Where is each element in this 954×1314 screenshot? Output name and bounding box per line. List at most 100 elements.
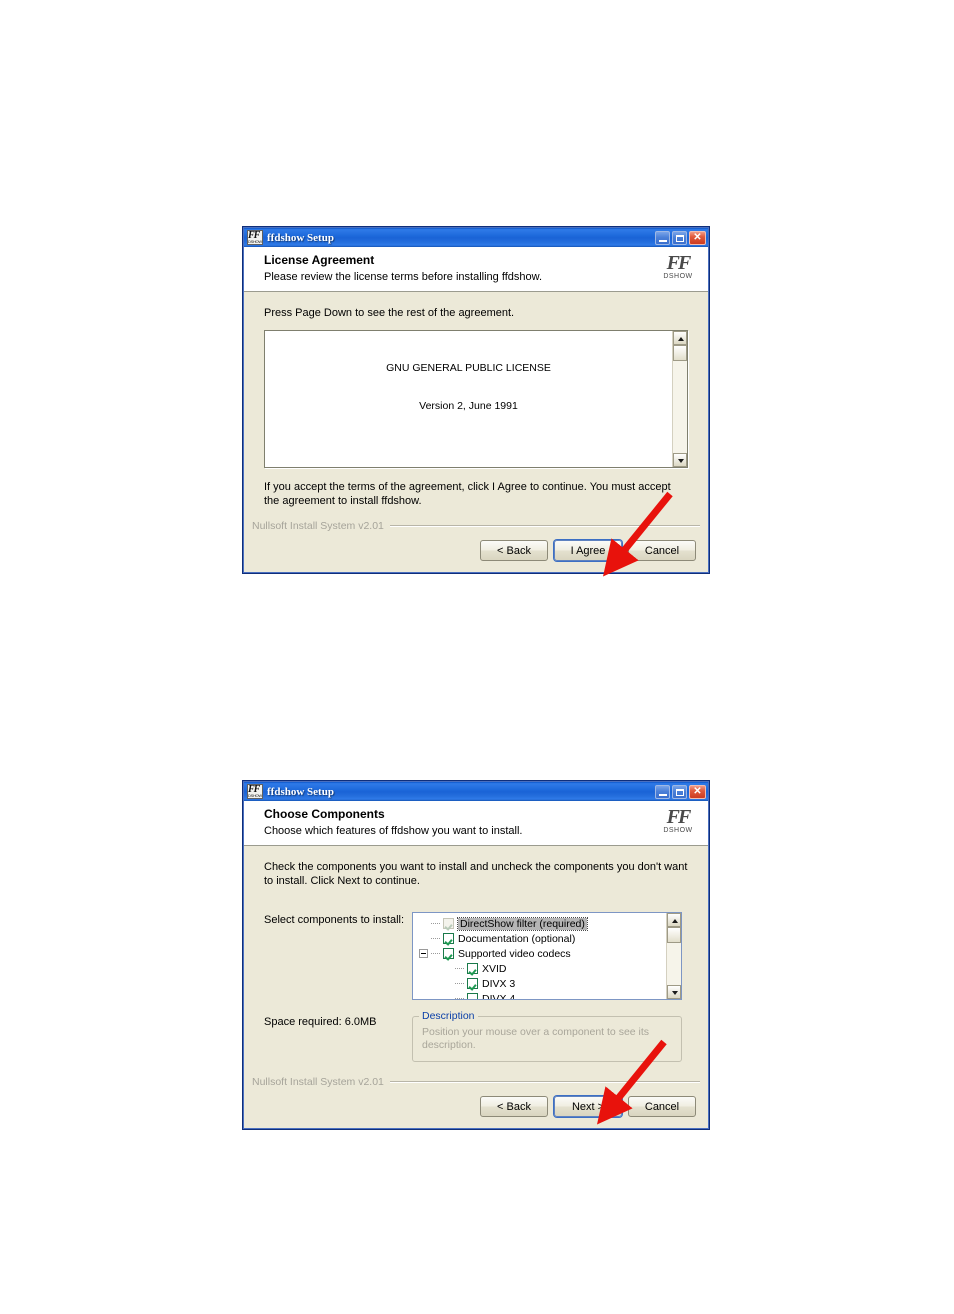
tree-connector-icon bbox=[431, 946, 443, 961]
scroll-down-icon[interactable] bbox=[667, 985, 681, 999]
components-tree-list: DirectShow filter (required) Documentati… bbox=[413, 913, 666, 999]
license-scrollbar[interactable] bbox=[672, 331, 687, 467]
button-bar: < Back I Agree Cancel bbox=[244, 532, 708, 572]
scrollbar-thumb[interactable] bbox=[667, 927, 681, 943]
page-subtitle: Please review the license terms before i… bbox=[264, 271, 542, 283]
ffdshow-icon: FF DSHOW bbox=[247, 230, 263, 245]
back-button-label: < Back bbox=[497, 1100, 531, 1113]
footer-divider bbox=[389, 525, 700, 527]
tree-item[interactable]: DIVX 4 bbox=[413, 991, 666, 999]
maximize-icon[interactable] bbox=[672, 230, 687, 245]
close-glyph: ✕ bbox=[693, 231, 702, 243]
tree-item-label: XVID bbox=[482, 962, 507, 975]
nsis-branding-row: Nullsoft Install System v2.01 bbox=[244, 520, 708, 532]
cancel-button-label: Cancel bbox=[644, 544, 680, 557]
tree-item[interactable]: XVID bbox=[413, 961, 666, 976]
nsis-label: Nullsoft Install System v2.01 bbox=[252, 1076, 384, 1088]
space-and-description-row: Space required: 6.0MB Description Positi… bbox=[264, 1010, 688, 1062]
tree-item[interactable]: Supported video codecs bbox=[413, 946, 666, 961]
dialog-header: License Agreement Please review the lice… bbox=[244, 247, 708, 292]
tree-connector-icon bbox=[455, 991, 467, 999]
window-controls: ✕ bbox=[655, 784, 706, 799]
next-button-label: Next > bbox=[571, 1100, 605, 1113]
tree-connector-icon bbox=[455, 976, 467, 991]
tree-item-label: Supported video codecs bbox=[458, 947, 571, 960]
cancel-button-label: Cancel bbox=[644, 1100, 680, 1113]
ffdshow-logo: FF DSHOW bbox=[660, 807, 696, 834]
ffdshow-icon-dshow-text: DSHOW bbox=[248, 793, 262, 798]
components-scrollbar[interactable] bbox=[666, 913, 681, 999]
dialog-body: Check the components you want to install… bbox=[244, 846, 708, 1062]
tree-item[interactable]: DIVX 3 bbox=[413, 976, 666, 991]
license-text-box[interactable]: GNU GENERAL PUBLIC LICENSE Version 2, Ju… bbox=[264, 330, 688, 468]
titlebar[interactable]: FF DSHOW ffdshow Setup ✕ bbox=[244, 782, 708, 801]
ffdshow-logo-dshow: DSHOW bbox=[663, 273, 693, 280]
ffdshow-icon-dshow-text: DSHOW bbox=[248, 239, 262, 244]
maximize-glyph bbox=[676, 788, 684, 796]
scroll-up-icon[interactable] bbox=[667, 913, 681, 927]
back-button-label: < Back bbox=[497, 544, 531, 557]
scrollbar-track[interactable] bbox=[667, 943, 681, 985]
scroll-down-icon[interactable] bbox=[673, 453, 687, 467]
titlebar[interactable]: FF DSHOW ffdshow Setup ✕ bbox=[244, 228, 708, 247]
i-agree-button-label: I Agree bbox=[570, 544, 606, 557]
footer-divider bbox=[389, 1081, 700, 1083]
dialog-footer: Nullsoft Install System v2.01 < Back Nex… bbox=[244, 1076, 708, 1128]
maximize-glyph bbox=[676, 234, 684, 242]
dialog-inner-frame: FF DSHOW ffdshow Setup ✕ Choose Componen… bbox=[243, 781, 709, 1129]
scrollbar-thumb[interactable] bbox=[673, 345, 687, 361]
cancel-button[interactable]: Cancel bbox=[628, 540, 696, 561]
checkbox-icon bbox=[443, 918, 454, 929]
close-glyph: ✕ bbox=[693, 785, 702, 797]
checkbox-icon[interactable] bbox=[467, 963, 478, 974]
next-button[interactable]: Next > bbox=[554, 1096, 622, 1117]
checkbox-icon[interactable] bbox=[443, 948, 454, 959]
ffdshow-logo-dshow: DSHOW bbox=[663, 827, 693, 834]
close-icon[interactable]: ✕ bbox=[689, 230, 706, 245]
tree-item-label: DirectShow filter (required) bbox=[457, 916, 588, 931]
ffdshow-logo: FF DSHOW bbox=[660, 253, 696, 280]
instruction-text: Press Page Down to see the rest of the a… bbox=[264, 307, 515, 319]
tree-connector-icon bbox=[431, 931, 443, 946]
accept-instruction-text: If you accept the terms of the agreement… bbox=[264, 481, 671, 507]
tree-connector-icon bbox=[455, 961, 467, 976]
checkbox-icon[interactable] bbox=[443, 933, 454, 944]
i-agree-button[interactable]: I Agree bbox=[554, 540, 622, 561]
checkbox-icon[interactable] bbox=[467, 978, 478, 989]
ffdshow-icon: FF DSHOW bbox=[247, 784, 263, 799]
maximize-icon[interactable] bbox=[672, 784, 687, 799]
page-title: Choose Components bbox=[264, 807, 385, 821]
cancel-button[interactable]: Cancel bbox=[628, 1096, 696, 1117]
back-button[interactable]: < Back bbox=[480, 540, 548, 561]
window-title: ffdshow Setup bbox=[267, 785, 334, 798]
instruction-text: Check the components you want to install… bbox=[264, 861, 688, 887]
components-row: Select components to install: DirectShow… bbox=[264, 912, 688, 1000]
scrollbar-track[interactable] bbox=[673, 361, 687, 453]
back-button[interactable]: < Back bbox=[480, 1096, 548, 1117]
scroll-up-icon[interactable] bbox=[673, 331, 687, 345]
checkbox-icon[interactable] bbox=[467, 993, 478, 999]
page-title: License Agreement bbox=[264, 253, 375, 267]
dialog-footer: Nullsoft Install System v2.01 < Back I A… bbox=[244, 520, 708, 572]
tree-item-label: DIVX 4 bbox=[482, 992, 516, 1000]
license-line: Version 2, June 1991 bbox=[419, 399, 518, 412]
tree-item[interactable]: Documentation (optional) bbox=[413, 931, 666, 946]
nsis-branding-row: Nullsoft Install System v2.01 bbox=[244, 1076, 708, 1088]
minimize-icon[interactable] bbox=[655, 230, 670, 245]
license-line bbox=[273, 438, 664, 451]
ffdshow-logo-ff: FF bbox=[666, 252, 692, 274]
description-text: Position your mouse over a component to … bbox=[422, 1026, 650, 1051]
license-line: GNU GENERAL PUBLIC LICENSE bbox=[386, 362, 551, 375]
select-components-label: Select components to install: bbox=[264, 914, 405, 926]
dialog-header: Choose Components Choose which features … bbox=[244, 801, 708, 846]
minimize-icon[interactable] bbox=[655, 784, 670, 799]
close-icon[interactable]: ✕ bbox=[689, 784, 706, 799]
collapse-icon[interactable] bbox=[419, 949, 428, 958]
tree-connector-icon bbox=[431, 916, 443, 931]
dialog-inner-frame: FF DSHOW ffdshow Setup ✕ License Agreeme… bbox=[243, 227, 709, 573]
tree-item[interactable]: DirectShow filter (required) bbox=[413, 916, 666, 931]
dialog-body: Press Page Down to see the rest of the a… bbox=[244, 292, 708, 508]
button-bar: < Back Next > Cancel bbox=[244, 1088, 708, 1128]
components-tree[interactable]: DirectShow filter (required) Documentati… bbox=[412, 912, 682, 1000]
license-text-content: GNU GENERAL PUBLIC LICENSE Version 2, Ju… bbox=[265, 331, 672, 467]
